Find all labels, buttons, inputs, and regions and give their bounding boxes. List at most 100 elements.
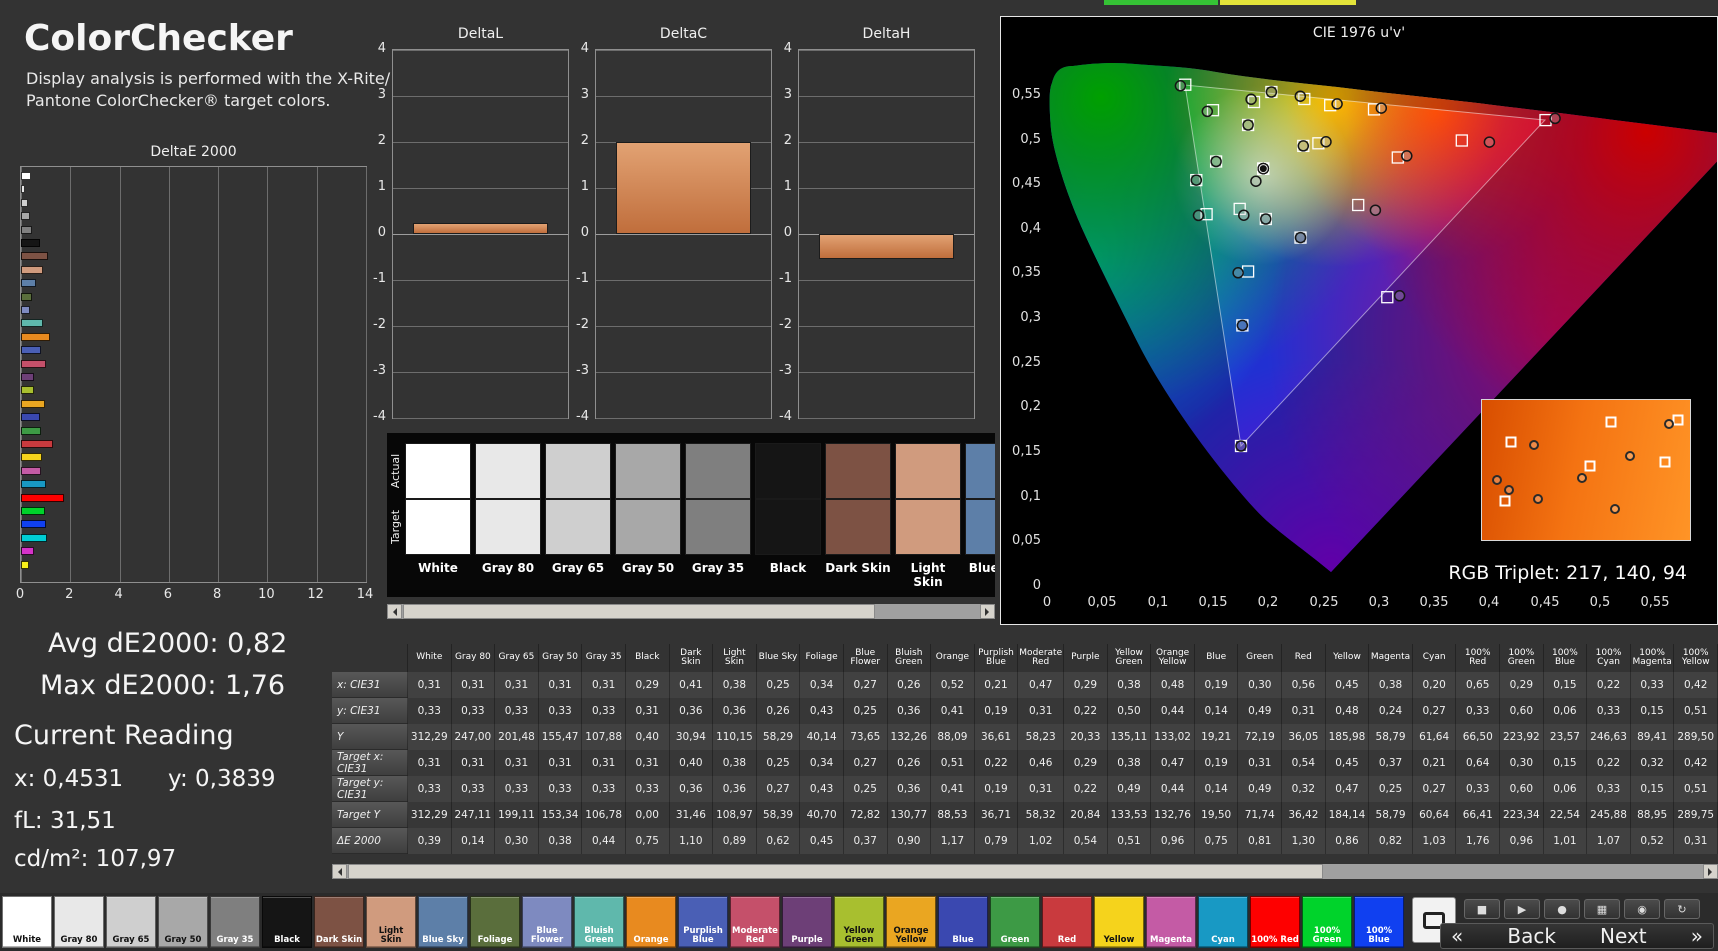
scroll-left-button[interactable]	[387, 604, 402, 619]
cie-y-tick-label: 0,1	[1020, 489, 1041, 504]
grid-button[interactable]: ▦	[1584, 899, 1620, 919]
table-column-header: Orange	[931, 644, 975, 672]
table-cell: 0,33	[408, 698, 452, 724]
palette-swatch-moderate-red[interactable]: Moderate Red	[730, 896, 780, 948]
back-button[interactable]: Back	[1507, 924, 1556, 948]
palette-swatch-label: Blue Sky	[422, 935, 464, 946]
table-column-header: Yellow	[1326, 644, 1370, 672]
palette-swatch-blue[interactable]: Blue	[938, 896, 988, 948]
cie-measured-marker	[1235, 440, 1247, 452]
swatch-strip-scrollbar[interactable]	[387, 604, 995, 619]
cie-y-tick-label: 0,5	[1020, 132, 1041, 147]
palette-swatch-purple[interactable]: Purple	[782, 896, 832, 948]
palette-swatch-white[interactable]: White	[2, 896, 52, 948]
palette-swatch-foliage[interactable]: Foliage	[470, 896, 520, 948]
palette-swatch-black[interactable]: Black	[262, 896, 312, 948]
delta-y-tick-label: -1	[576, 271, 589, 286]
deltae-bar	[21, 466, 42, 475]
deltae-bar	[21, 172, 31, 180]
target-button[interactable]: ◉	[1624, 899, 1660, 919]
palette-swatch-gray-35[interactable]: Gray 35	[210, 896, 260, 948]
delta-gridline	[596, 418, 771, 419]
next-button[interactable]: Next	[1600, 924, 1647, 948]
palette-swatch-100-green[interactable]: 100% Green	[1302, 896, 1352, 948]
record-button[interactable]: ●	[1544, 899, 1580, 919]
palette-swatch-yellow-green[interactable]: Yellow Green	[834, 896, 884, 948]
stop-button[interactable]: ■	[1464, 899, 1500, 919]
palette-swatch-bluish-green[interactable]: Bluish Green	[574, 896, 624, 948]
palette-swatch-blue-sky[interactable]: Blue Sky	[418, 896, 468, 948]
table-cell: 0,33	[1630, 672, 1675, 698]
swatch-actual	[685, 443, 751, 499]
table-cell: 0,44	[1151, 776, 1195, 802]
palette-swatch-purplish-blue[interactable]: Purplish Blue	[678, 896, 728, 948]
palette-swatch-gray-80[interactable]: Gray 80	[54, 896, 104, 948]
palette-swatch-label: Black	[274, 935, 300, 946]
table-cell: 22,54	[1543, 802, 1588, 828]
swatch-actual	[475, 443, 541, 499]
delta-y-tick-label: -2	[373, 317, 386, 332]
palette-swatch-100-red[interactable]: 100% Red	[1250, 896, 1300, 948]
table-cell: 0,21	[1412, 750, 1457, 776]
delta-chart-title: DeltaH	[862, 26, 911, 42]
scroll-right-button[interactable]	[1703, 864, 1718, 879]
table-cell: 108,97	[713, 802, 757, 828]
palette-swatch-green[interactable]: Green	[990, 896, 1040, 948]
table-cell: 66,50	[1456, 724, 1501, 750]
cie-measured-marker	[1174, 80, 1187, 92]
cie-measured-marker	[1190, 174, 1203, 186]
table-scrollbar[interactable]	[332, 864, 1718, 879]
table-column-header: Blue Flower	[844, 644, 888, 672]
back-arrow-icon[interactable]: «	[1451, 924, 1463, 948]
refresh-button[interactable]: ↻	[1664, 899, 1700, 919]
palette-swatch-yellow[interactable]: Yellow	[1094, 896, 1144, 948]
table-column-header: Black	[626, 644, 670, 672]
table-cell: 0,49	[1107, 776, 1152, 802]
table-cell: 0,26	[756, 698, 801, 724]
scroll-thumb[interactable]	[348, 864, 1323, 879]
table-cell: 0,36	[669, 698, 714, 724]
delta-y-tick-label: -1	[373, 271, 386, 286]
cie-measured-marker	[1238, 209, 1250, 221]
palette-swatch-blue-flower[interactable]: Blue Flower	[522, 896, 572, 948]
palette-swatch-dark-skin[interactable]: Dark Skin	[314, 896, 364, 948]
palette-swatch-100-blue[interactable]: 100% Blue	[1354, 896, 1404, 948]
table-column-header: Gray 50	[539, 644, 583, 672]
palette-swatch-light-skin[interactable]: Light Skin	[366, 896, 416, 948]
palette-swatch-magenta[interactable]: Magenta	[1146, 896, 1196, 948]
cie-y-tick-label: 0,05	[1012, 533, 1041, 548]
cie-measured-marker	[1265, 86, 1278, 98]
scroll-left-button[interactable]	[332, 864, 347, 879]
palette-swatch-label: Cyan	[1211, 935, 1235, 946]
next-arrow-icon[interactable]: »	[1691, 924, 1703, 948]
swatch-label: Dark Skin	[825, 561, 891, 575]
cie-x-tick-label: 0,1	[1147, 595, 1169, 610]
table-row-label: Target Y	[332, 802, 408, 828]
table-cell: 312,29	[408, 802, 452, 828]
table-row-label: x: CIE31	[332, 672, 408, 698]
play-button[interactable]: ▶	[1504, 899, 1540, 919]
palette-swatch-gray-65[interactable]: Gray 65	[106, 896, 156, 948]
palette-swatch-gray-50[interactable]: Gray 50	[158, 896, 208, 948]
page-subtitle: Display analysis is performed with the X…	[26, 68, 390, 111]
table-cell: 0,38	[538, 828, 583, 854]
swatch-target	[405, 499, 471, 555]
cie-measured-marker	[1294, 231, 1307, 244]
table-cell: 0,75	[1194, 828, 1239, 854]
swatch-label: Light Skin	[910, 561, 946, 589]
scroll-thumb[interactable]	[403, 604, 875, 619]
table-cell: 0,19	[1194, 750, 1239, 776]
table-cell: 289,75	[1674, 802, 1718, 828]
table-cell: 0,51	[1674, 776, 1718, 802]
cdm2-readout: cd/m²: 107,97	[14, 846, 177, 872]
cie-measured-marker	[1297, 140, 1310, 152]
palette-swatch-orange-yellow[interactable]: Orange Yellow	[886, 896, 936, 948]
palette-swatch-cyan[interactable]: Cyan	[1198, 896, 1248, 948]
table-cell: 40,70	[800, 802, 844, 828]
scroll-right-button[interactable]	[980, 604, 995, 619]
table-cell: 223,92	[1500, 724, 1544, 750]
palette-swatch-red[interactable]: Red	[1042, 896, 1092, 948]
table-cell: 0,96	[1151, 828, 1195, 854]
palette-swatch-orange[interactable]: Orange	[626, 896, 676, 948]
table-cell: 0,43	[800, 776, 844, 802]
